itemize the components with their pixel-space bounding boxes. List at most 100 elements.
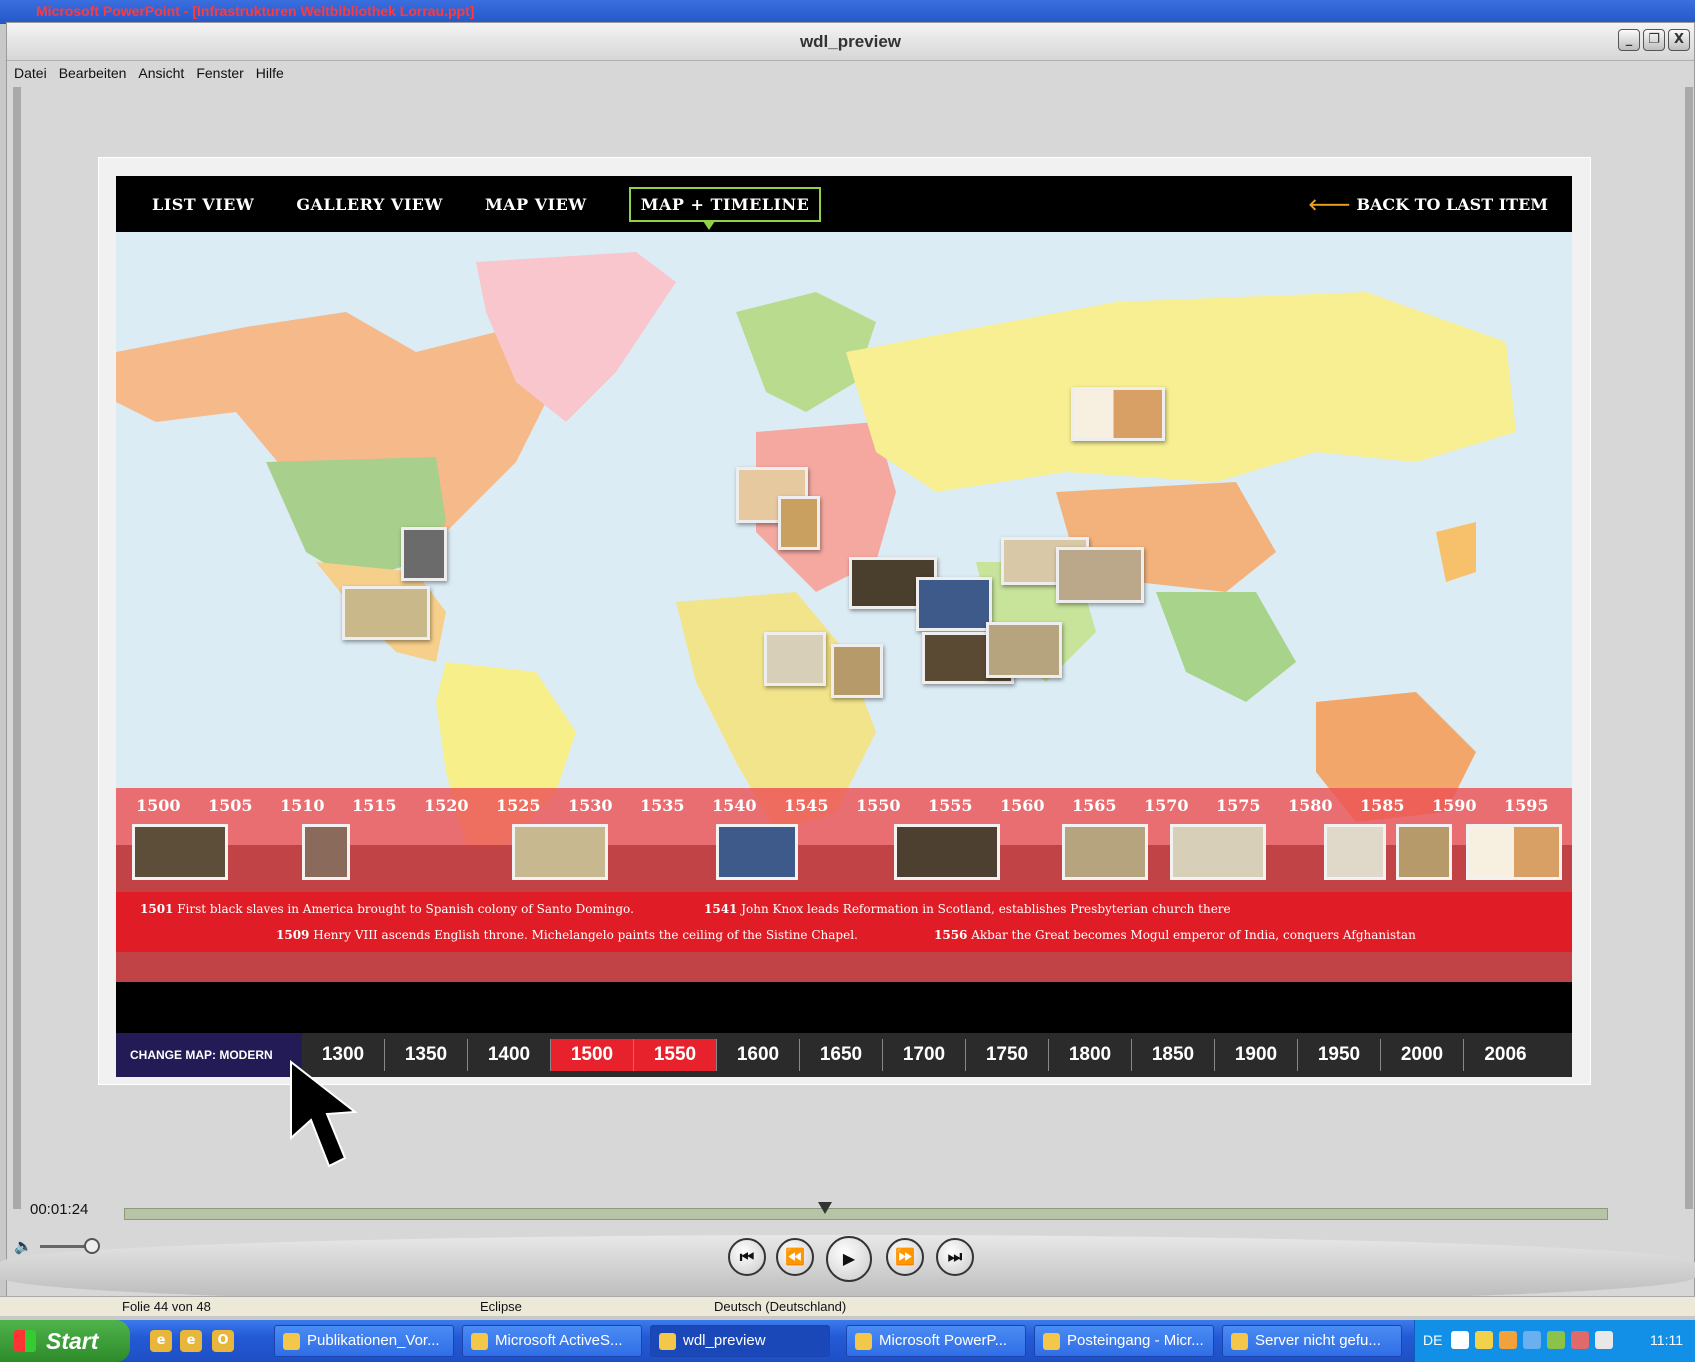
year-scale: 1500 1505 1510 1515 1520 1525 1530 1535 …	[116, 788, 1572, 818]
back-to-last-item-link[interactable]: 🡐 BACK TO LAST ITEM	[1308, 194, 1548, 214]
slide-counter: Folie 44 von 48	[122, 1299, 211, 1314]
century-1950[interactable]: 1950	[1298, 1039, 1381, 1071]
seek-bar[interactable]	[124, 1208, 1608, 1220]
map-item-thumbnail[interactable]	[778, 496, 820, 550]
menu-bearbeiten[interactable]: Bearbeiten	[59, 65, 127, 81]
background-window-title: Microsoft PowerPoint - [Infrastrukturen …	[0, 0, 1695, 24]
world-map[interactable]	[116, 232, 1572, 845]
map-item-thumbnail[interactable]	[1071, 387, 1165, 441]
clock: 11:11	[1650, 1332, 1683, 1348]
century-1600[interactable]: 1600	[717, 1039, 800, 1071]
task-activesync[interactable]: Microsoft ActiveS...	[462, 1325, 642, 1357]
map-item-thumbnail[interactable]	[916, 577, 992, 631]
task-publikationen[interactable]: Publikationen_Vor...	[274, 1325, 454, 1357]
rewind-button[interactable]: ⏪	[776, 1238, 814, 1276]
ie-quicklaunch-icon[interactable]: e	[150, 1330, 172, 1352]
century-2000[interactable]: 2000	[1381, 1039, 1464, 1071]
taskbar: Start e e O Publikationen_Vor... Microso…	[0, 1320, 1695, 1362]
task-wdl-preview[interactable]: wdl_preview	[650, 1325, 830, 1357]
year-label: 1540	[712, 796, 757, 815]
speaker-icon[interactable]: 🔈	[14, 1237, 33, 1255]
timeline-item-thumbnail[interactable]	[132, 824, 228, 880]
play-button[interactable]: ▶	[826, 1236, 872, 1282]
map-item-thumbnail[interactable]	[986, 622, 1062, 678]
century-1550[interactable]: 1550	[634, 1039, 717, 1071]
century-1750[interactable]: 1750	[966, 1039, 1049, 1071]
menu-bar: Datei Bearbeiten Ansicht Fenster Hilfe	[7, 61, 284, 85]
close-button[interactable]: X	[1668, 29, 1690, 51]
system-tray: DE 11:11	[1414, 1320, 1695, 1362]
skip-back-button[interactable]: ⏮	[728, 1238, 766, 1276]
map-item-thumbnail[interactable]	[764, 632, 826, 686]
wdl-app: LIST VIEW GALLERY VIEW MAP VIEW MAP + TI…	[116, 176, 1572, 1077]
map-item-thumbnail[interactable]	[1056, 547, 1144, 603]
timeline-item-thumbnail[interactable]	[512, 824, 608, 880]
map-item-thumbnail[interactable]	[831, 644, 883, 698]
year-label: 1530	[568, 796, 613, 815]
menu-ansicht[interactable]: Ansicht	[138, 65, 184, 81]
year-label: 1545	[784, 796, 829, 815]
menu-datei[interactable]: Datei	[14, 65, 47, 81]
seek-handle-icon[interactable]	[817, 1201, 833, 1217]
map-timeline-tab[interactable]: MAP + TIMELINE	[628, 186, 822, 230]
year-label: 1535	[640, 796, 685, 815]
timeline-item-thumbnail[interactable]	[1466, 824, 1562, 880]
century-1900[interactable]: 1900	[1215, 1039, 1298, 1071]
outlook-quicklaunch-icon[interactable]: O	[212, 1330, 234, 1352]
event-item[interactable]: 1541 John Knox leads Reformation in Scot…	[704, 902, 1231, 916]
mouse-pointer-icon	[290, 1060, 358, 1168]
year-label: 1590	[1432, 796, 1477, 815]
year-label: 1520	[424, 796, 469, 815]
century-1350[interactable]: 1350	[385, 1039, 468, 1071]
task-server-error[interactable]: Server nicht gefu...	[1222, 1325, 1402, 1357]
mail-tray-icon[interactable]	[1475, 1331, 1493, 1349]
restore-button[interactable]: ❐	[1643, 29, 1665, 51]
century-1700[interactable]: 1700	[883, 1039, 966, 1071]
map-view-tab[interactable]: MAP VIEW	[485, 195, 587, 214]
century-2006[interactable]: 2006	[1464, 1039, 1547, 1071]
timeline-item-thumbnail[interactable]	[1324, 824, 1386, 880]
century-1850[interactable]: 1850	[1132, 1039, 1215, 1071]
century-1650[interactable]: 1650	[800, 1039, 883, 1071]
year-label: 1580	[1288, 796, 1333, 815]
list-view-tab[interactable]: LIST VIEW	[152, 195, 254, 214]
status-bar: Folie 44 von 48 Eclipse Deutsch (Deutsch…	[0, 1296, 1695, 1316]
timeline-item-thumbnail[interactable]	[716, 824, 798, 880]
tray-chevron-icon[interactable]	[1451, 1331, 1469, 1349]
player-title-text: wdl_preview	[799, 32, 902, 51]
fast-forward-button[interactable]: ⏩	[886, 1238, 924, 1276]
skip-forward-button[interactable]: ⏭	[936, 1238, 974, 1276]
timeline-item-thumbnail[interactable]	[302, 824, 350, 880]
event-item[interactable]: 1509 Henry VIII ascends English throne. …	[276, 928, 858, 942]
map-item-thumbnail[interactable]	[342, 586, 430, 640]
event-item[interactable]: 1556 Akbar the Great becomes Mogul emper…	[934, 928, 1416, 942]
timeline-item-thumbnail[interactable]	[1062, 824, 1148, 880]
century-1400[interactable]: 1400	[468, 1039, 551, 1071]
change-map-button[interactable]: CHANGE MAP: MODERN	[116, 1033, 302, 1077]
timeline-item-thumbnail[interactable]	[1170, 824, 1266, 880]
network-tray-icon[interactable]	[1523, 1331, 1541, 1349]
minimize-button[interactable]: _	[1618, 29, 1640, 51]
sync-tray-icon[interactable]	[1547, 1331, 1565, 1349]
browser-quicklaunch-icon[interactable]: e	[180, 1330, 202, 1352]
outlook-tray-icon[interactable]	[1499, 1331, 1517, 1349]
volume-tray-icon[interactable]	[1595, 1331, 1613, 1349]
year-label: 1565	[1072, 796, 1117, 815]
volume-knob[interactable]	[84, 1238, 100, 1254]
map-item-thumbnail[interactable]	[401, 527, 447, 581]
gallery-view-tab[interactable]: GALLERY VIEW	[296, 195, 443, 214]
menu-fenster[interactable]: Fenster	[196, 65, 243, 81]
task-powerpoint[interactable]: Microsoft PowerP...	[846, 1325, 1026, 1357]
timeline-item-thumbnail[interactable]	[1396, 824, 1452, 880]
task-posteingang[interactable]: Posteingang - Micr...	[1034, 1325, 1214, 1357]
input-language[interactable]: DE	[1423, 1332, 1442, 1348]
century-1800[interactable]: 1800	[1049, 1039, 1132, 1071]
security-tray-icon[interactable]	[1571, 1331, 1589, 1349]
event-item[interactable]: 1501 First black slaves in America broug…	[140, 902, 634, 916]
timeline-item-thumbnail[interactable]	[894, 824, 1000, 880]
start-button[interactable]: Start	[0, 1320, 130, 1362]
year-label: 1555	[928, 796, 973, 815]
menu-hilfe[interactable]: Hilfe	[256, 65, 284, 81]
back-arrow-icon: 🡐	[1307, 195, 1357, 214]
century-1500[interactable]: 1500	[551, 1039, 634, 1071]
